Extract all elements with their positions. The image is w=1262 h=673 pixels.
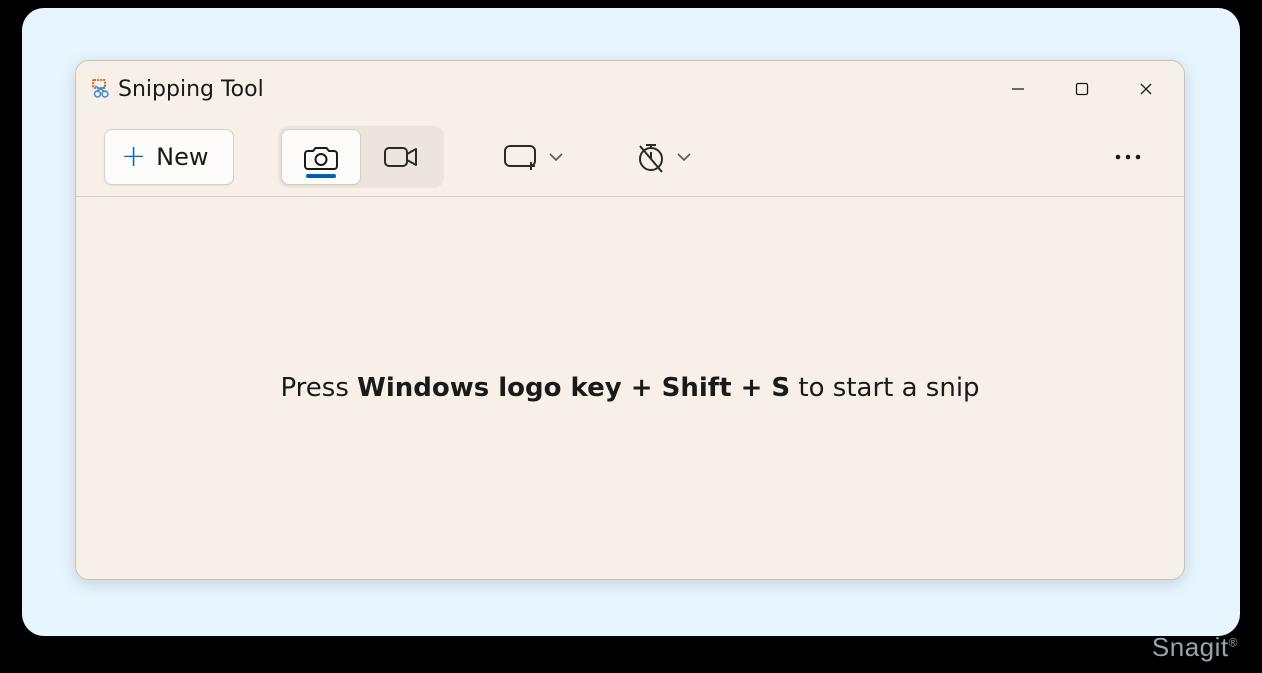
more-button[interactable]: [1100, 129, 1156, 185]
maximize-button[interactable]: [1050, 65, 1114, 113]
toolbar: + New: [76, 117, 1184, 197]
content-area: Press Windows logo key + Shift + S to st…: [76, 197, 1184, 579]
delay-dropdown[interactable]: [622, 129, 704, 185]
watermark-text: Snagit: [1152, 632, 1229, 662]
chevron-down-icon: [548, 152, 564, 162]
close-button[interactable]: [1114, 65, 1178, 113]
app-window: Snipping Tool + New: [75, 60, 1185, 580]
chevron-down-icon: [676, 152, 692, 162]
window-title: Snipping Tool: [118, 77, 264, 102]
snip-mode-button[interactable]: [281, 129, 361, 185]
video-icon: [383, 143, 419, 171]
plus-icon: +: [121, 142, 146, 172]
snipping-tool-icon: [90, 78, 112, 100]
no-delay-icon: [634, 140, 668, 174]
capture-mode-switch: [278, 126, 444, 188]
hint-shortcut: Windows logo key + Shift + S: [357, 373, 790, 403]
more-icon: [1114, 153, 1142, 161]
hint-suffix: to start a snip: [790, 373, 979, 403]
minimize-button[interactable]: [986, 65, 1050, 113]
rectangle-plus-icon: [502, 142, 540, 172]
new-button-label: New: [156, 143, 208, 171]
window-controls: [986, 65, 1178, 113]
record-mode-button[interactable]: [361, 129, 441, 185]
watermark-reg: ®: [1229, 635, 1238, 649]
snagit-watermark: Snagit®: [1152, 632, 1238, 663]
snip-shape-dropdown[interactable]: [490, 129, 576, 185]
shortcut-hint: Press Windows logo key + Shift + S to st…: [280, 373, 979, 403]
titlebar[interactable]: Snipping Tool: [76, 61, 1184, 117]
hint-prefix: Press: [280, 373, 357, 403]
new-button[interactable]: + New: [104, 129, 234, 185]
camera-icon: [304, 142, 338, 172]
